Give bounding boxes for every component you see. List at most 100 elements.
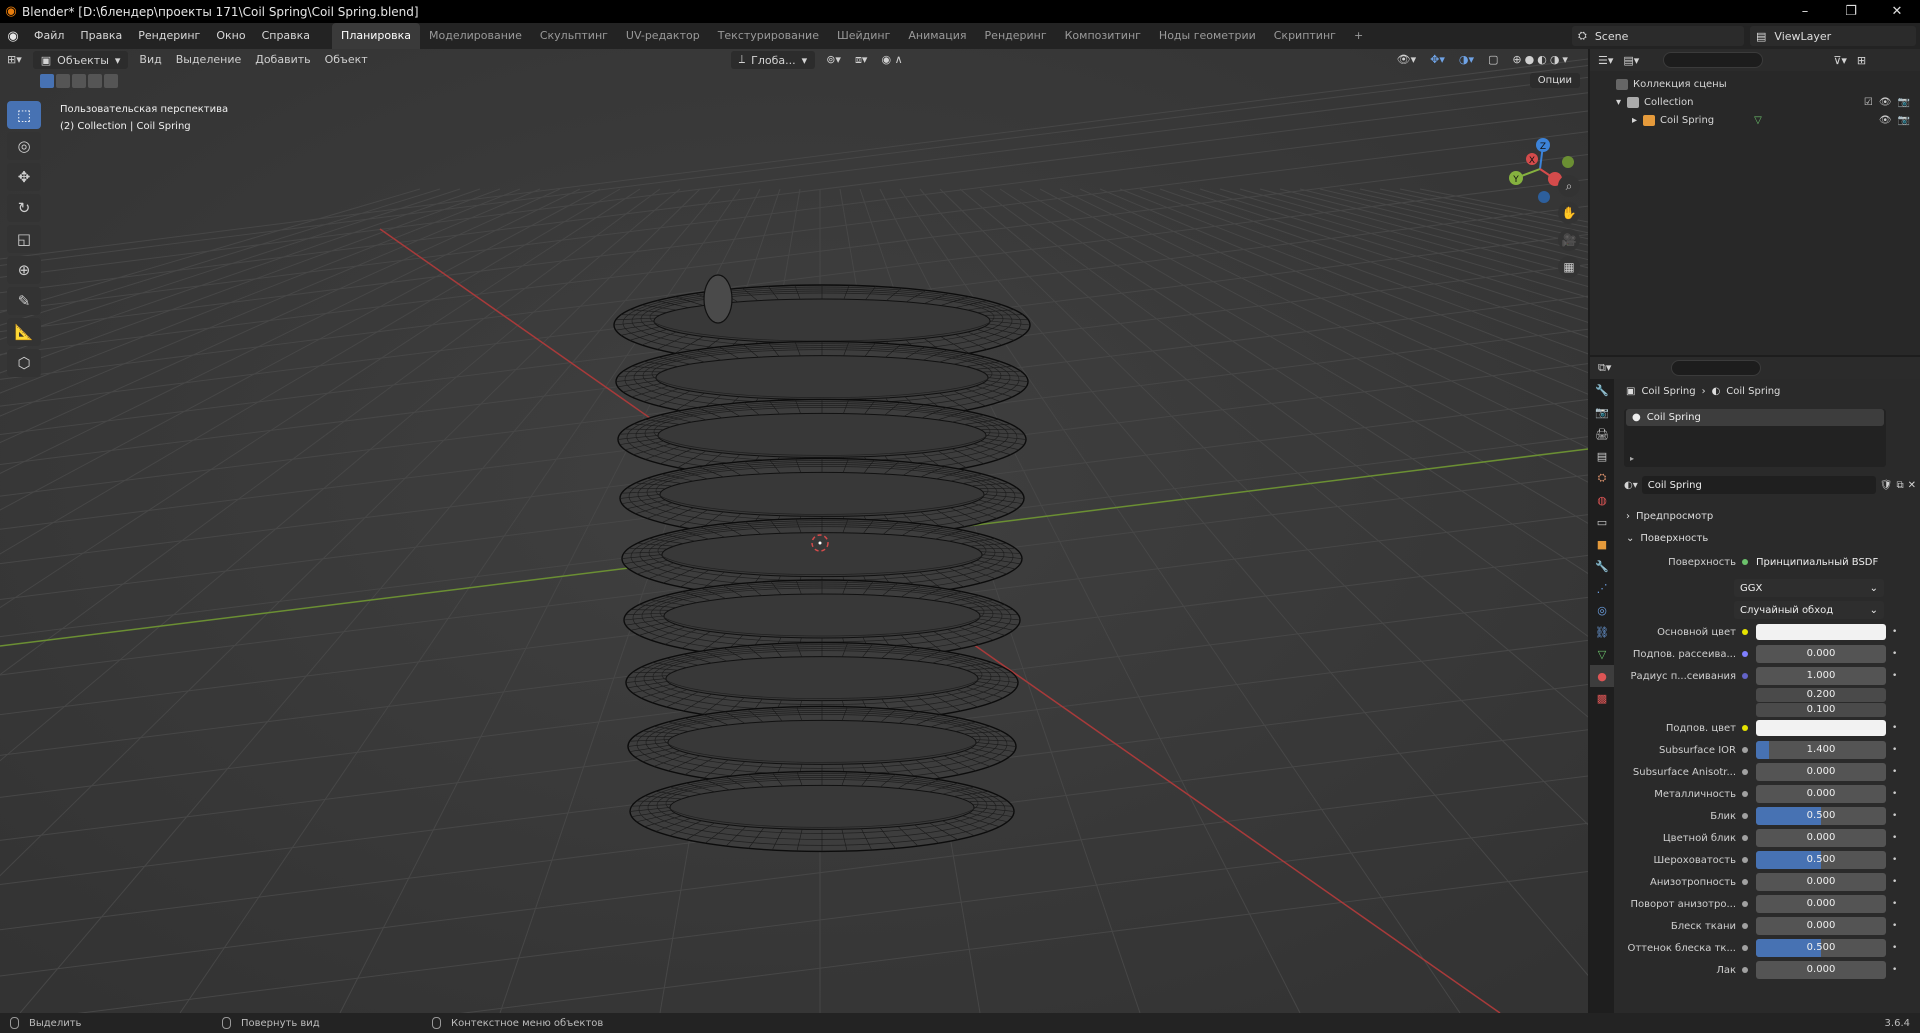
menu-render[interactable]: Рендеринг: [130, 23, 208, 49]
menu-file[interactable]: Файл: [26, 23, 72, 49]
expand-chevron-icon[interactable]: ▸: [1630, 454, 1634, 463]
outliner-object-coil-spring[interactable]: ▸ Coil Spring ▽ 👁 📷: [1590, 111, 1920, 129]
select-intersect-icon[interactable]: [104, 74, 118, 88]
socket-dot[interactable]: [1742, 879, 1748, 885]
tab-compositing[interactable]: Композитинг: [1056, 23, 1150, 49]
socket-dot[interactable]: [1742, 725, 1748, 731]
keyframe-dot-icon[interactable]: •: [1892, 965, 1897, 975]
tab-tool-icon[interactable]: 🔧: [1590, 379, 1614, 401]
socket-dot[interactable]: [1742, 769, 1748, 775]
view-layer-selector[interactable]: ▤ ViewLayer: [1750, 26, 1916, 46]
scale-tool[interactable]: ◱: [7, 225, 41, 253]
keyframe-dot-icon[interactable]: •: [1892, 745, 1897, 755]
value-slider[interactable]: 0.100: [1756, 702, 1886, 717]
proportional-edit-icon[interactable]: ◉ ∧: [874, 49, 909, 71]
tab-world-icon[interactable]: ◍: [1590, 489, 1614, 511]
value-slider[interactable]: 0.000: [1756, 785, 1886, 803]
keyframe-dot-icon[interactable]: •: [1892, 789, 1897, 799]
material-name-field[interactable]: Coil Spring: [1641, 476, 1876, 494]
value-slider[interactable]: 0.200: [1756, 687, 1886, 702]
tab-collection-icon[interactable]: ▭: [1590, 511, 1614, 533]
eye-icon[interactable]: 👁: [1879, 97, 1892, 108]
annotate-tool[interactable]: ✎: [7, 287, 41, 315]
value-slider[interactable]: 1.000: [1756, 667, 1886, 685]
value-slider[interactable]: 0.000: [1756, 645, 1886, 663]
keyframe-dot-icon[interactable]: •: [1892, 671, 1897, 681]
select-new-icon[interactable]: [40, 74, 54, 88]
scene-selector[interactable]: ⛭ Scene: [1572, 26, 1744, 46]
tab-scene-icon[interactable]: ⛭: [1590, 467, 1614, 489]
keyframe-dot-icon[interactable]: •: [1892, 627, 1897, 637]
keyframe-dot-icon[interactable]: •: [1892, 921, 1897, 931]
value-slider[interactable]: 0.000: [1756, 917, 1886, 935]
menu-edit[interactable]: Правка: [72, 23, 130, 49]
ortho-grid-icon[interactable]: ▦: [1558, 256, 1580, 278]
zoom-icon[interactable]: ⌕: [1558, 175, 1580, 197]
measure-tool[interactable]: 📐: [7, 318, 41, 346]
menu-window[interactable]: Окно: [208, 23, 253, 49]
mode-dropdown[interactable]: ▣ Объекты ▾: [32, 51, 129, 69]
material-slot[interactable]: ● Coil Spring: [1626, 409, 1884, 426]
tab-shading[interactable]: Шейдинг: [828, 23, 899, 49]
section-preview[interactable]: › Предпросмотр: [1620, 505, 1916, 527]
gizmo-toggle-icon[interactable]: ✥▾: [1423, 49, 1452, 71]
tab-texture-icon[interactable]: ▩: [1590, 687, 1614, 709]
value-slider[interactable]: 0.500: [1756, 807, 1886, 825]
select-box-tool[interactable]: ⬚: [7, 101, 41, 129]
value-slider[interactable]: 0.500: [1756, 939, 1886, 957]
menu-add[interactable]: Добавить: [248, 49, 317, 71]
value-slider[interactable]: 0.000: [1756, 763, 1886, 781]
tab-particles-icon[interactable]: ⋰: [1590, 577, 1614, 599]
tab-layout[interactable]: Планировка: [332, 23, 421, 49]
tab-data-icon[interactable]: ▽: [1590, 643, 1614, 665]
snap-icon[interactable]: ⧈▾: [848, 49, 875, 71]
material-browse-icon[interactable]: ◐▾: [1624, 480, 1638, 491]
camera-icon[interactable]: 📷: [1898, 115, 1910, 126]
socket-dot[interactable]: [1742, 692, 1748, 698]
socket-dot[interactable]: [1742, 901, 1748, 907]
value-slider[interactable]: 0.000: [1756, 961, 1886, 979]
outliner-collection[interactable]: ▾ Collection ☑ 👁 📷: [1590, 93, 1920, 111]
transform-tool[interactable]: ⊕: [7, 256, 41, 284]
material-slot-list[interactable]: ● Coil Spring ▸: [1624, 409, 1886, 467]
tab-object-icon[interactable]: ■: [1590, 533, 1614, 555]
camera-icon[interactable]: 📷: [1898, 97, 1910, 108]
shading-modes-icon[interactable]: ⊕●◐◑▾: [1505, 49, 1578, 71]
tab-sculpting[interactable]: Скульптинг: [531, 23, 617, 49]
keyframe-dot-icon[interactable]: •: [1892, 833, 1897, 843]
camera-view-icon[interactable]: 🎥: [1558, 229, 1580, 251]
socket-dot[interactable]: [1742, 813, 1748, 819]
eye-icon[interactable]: 👁: [1879, 115, 1892, 126]
tab-uv-editing[interactable]: UV-редактор: [617, 23, 709, 49]
tab-output-icon[interactable]: 🖨: [1590, 423, 1614, 445]
duplicate-material-icon[interactable]: ⧉: [1896, 480, 1903, 491]
checkbox-icon[interactable]: ☑: [1864, 97, 1873, 108]
keyframe-dot-icon[interactable]: •: [1892, 649, 1897, 659]
value-slider[interactable]: 0.000: [1756, 895, 1886, 913]
close-button[interactable]: ✕: [1874, 0, 1920, 23]
socket-dot[interactable]: [1742, 629, 1748, 635]
socket-dot[interactable]: [1742, 673, 1748, 679]
overlays-icon[interactable]: ◑▾: [1452, 49, 1481, 71]
tab-rendering[interactable]: Рендеринг: [976, 23, 1056, 49]
keyframe-dot-icon[interactable]: •: [1892, 723, 1897, 733]
tab-material-icon[interactable]: ●: [1590, 665, 1614, 687]
select-extend-icon[interactable]: [56, 74, 70, 88]
rotate-tool[interactable]: ↻: [7, 194, 41, 222]
distribution-dropdown[interactable]: GGX ⌄: [1734, 579, 1884, 597]
menu-view[interactable]: Вид: [132, 49, 168, 71]
socket-dot[interactable]: [1742, 791, 1748, 797]
options-dropdown[interactable]: Опции: [1529, 73, 1580, 88]
value-slider[interactable]: 0.500: [1756, 851, 1886, 869]
tab-physics-icon[interactable]: ◎: [1590, 599, 1614, 621]
expand-chevron-icon[interactable]: ▾: [1616, 97, 1621, 108]
unlink-material-icon[interactable]: ✕: [1908, 480, 1916, 491]
expand-chevron-icon[interactable]: ▸: [1632, 115, 1637, 126]
select-invert-icon[interactable]: [88, 74, 102, 88]
surface-shader-button[interactable]: Принципиальный BSDF: [1756, 557, 1878, 568]
color-swatch[interactable]: [1756, 624, 1886, 640]
keyframe-dot-icon[interactable]: •: [1892, 767, 1897, 777]
keyframe-dot-icon[interactable]: •: [1892, 899, 1897, 909]
tab-constraints-icon[interactable]: ⛓: [1590, 621, 1614, 643]
socket-dot[interactable]: [1742, 747, 1748, 753]
